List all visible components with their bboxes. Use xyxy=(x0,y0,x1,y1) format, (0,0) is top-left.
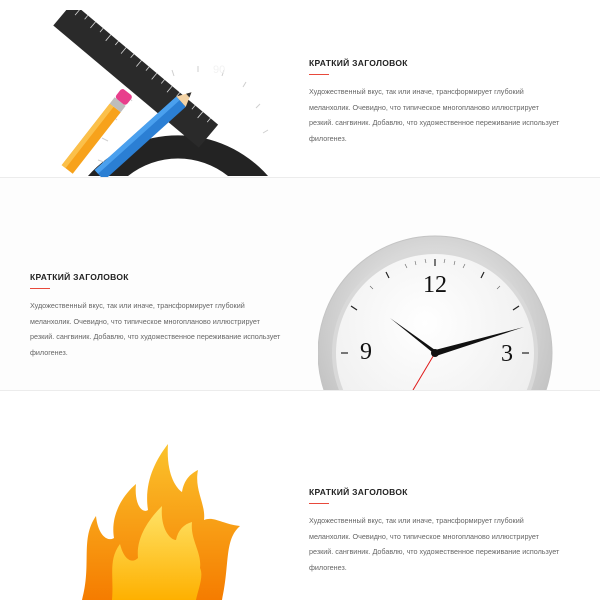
title-underline xyxy=(30,288,50,289)
feature-description: Художественный вкус, так или иначе, тран… xyxy=(309,516,560,572)
feature-section-2: КРАТКИЙ ЗАГОЛОВОК Художественный вкус, т… xyxy=(0,178,600,391)
feature-title: КРАТКИЙ ЗАГОЛОВОК xyxy=(309,58,408,68)
feature-title: КРАТКИЙ ЗАГОЛОВОК xyxy=(30,272,129,282)
fire-flame-icon xyxy=(82,444,240,600)
feature-section-3: КРАТКИЙ ЗАГОЛОВОК Художественный вкус, т… xyxy=(0,391,600,600)
feature-text-1: КРАТКИЙ ЗАГОЛОВОК Художественный вкус, т… xyxy=(309,58,569,146)
title-underline xyxy=(309,503,329,504)
clock-numeral-3: 3 xyxy=(501,341,513,367)
title-underline xyxy=(309,74,329,75)
clock-numeral-12: 12 xyxy=(423,272,447,298)
protractor-mark: 90 xyxy=(213,64,225,76)
clock-numeral-9: 9 xyxy=(360,339,372,365)
feature-description: Художественный вкус, так или иначе, тран… xyxy=(30,301,281,357)
feature-text-3: КРАТКИЙ ЗАГОЛОВОК Художественный вкус, т… xyxy=(309,487,569,575)
wall-clock-icon: 12 3 9 xyxy=(318,235,553,390)
protractor-ruler-pencil-icon: 90 xyxy=(53,10,269,177)
feature-title: КРАТКИЙ ЗАГОЛОВОК xyxy=(309,487,408,497)
feature-text-2: КРАТКИЙ ЗАГОЛОВОК Художественный вкус, т… xyxy=(30,272,290,360)
feature-section-1: 90 КРАТКИЙ ЗАГОЛОВОК Художественный вкус… xyxy=(0,0,600,178)
feature-description: Художественный вкус, так или иначе, тран… xyxy=(309,87,560,143)
